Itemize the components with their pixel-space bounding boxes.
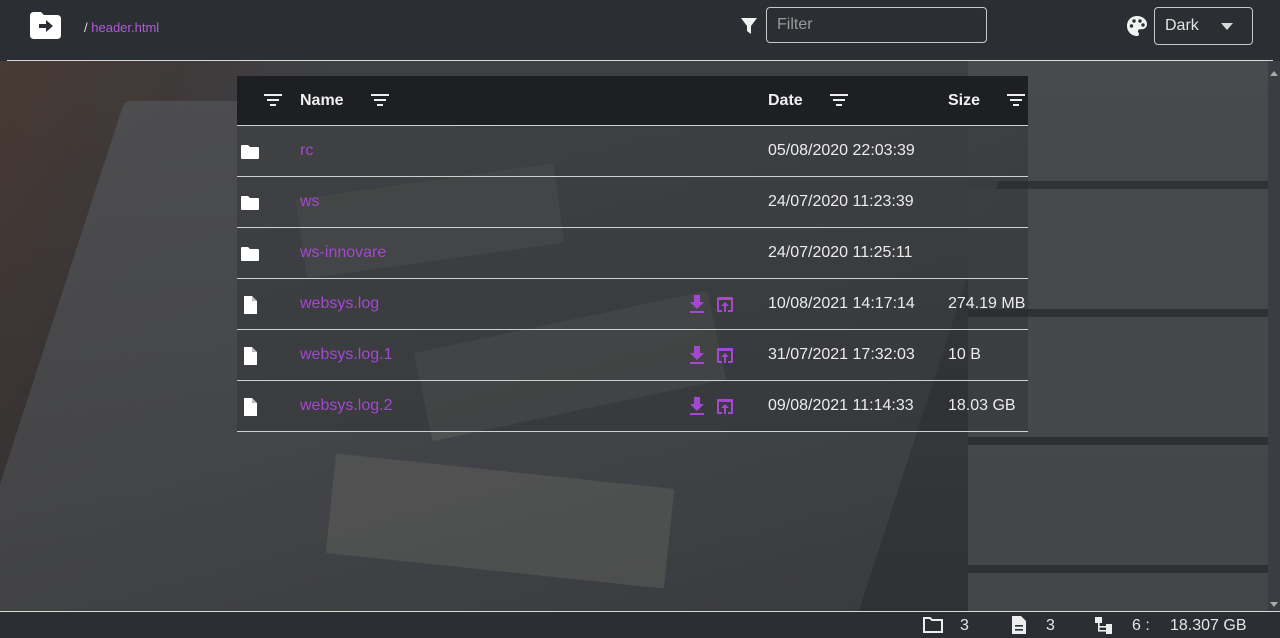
download-icon[interactable] <box>688 294 706 314</box>
file-name-link[interactable]: ws <box>300 193 320 211</box>
total-count: 6 : <box>1132 617 1150 634</box>
sort-type-icon[interactable] <box>264 93 282 107</box>
file-name-link[interactable]: websys.log <box>300 295 379 313</box>
file-icon <box>244 296 257 314</box>
file-date: 24/07/2020 11:23:39 <box>768 193 914 210</box>
tree-structure-icon <box>1095 617 1112 634</box>
file-name-link[interactable]: ws-innovare <box>300 244 386 262</box>
file-text-icon <box>1012 616 1026 634</box>
table-row[interactable]: rc 05/08/2020 22:03:39 <box>237 126 1028 177</box>
total-size: 18.307 GB <box>1170 617 1247 634</box>
breadcrumb-current[interactable]: header.html <box>91 20 159 35</box>
open-in-new-icon[interactable] <box>715 345 735 365</box>
theme-select-value: Dark <box>1165 17 1199 34</box>
filter-input[interactable] <box>766 7 987 43</box>
folder-icon <box>241 196 259 210</box>
file-name-link[interactable]: rc <box>300 142 313 160</box>
top-bar: / header.html Dark <box>0 0 1280 61</box>
file-name-link[interactable]: websys.log.1 <box>300 346 393 364</box>
open-in-new-icon[interactable] <box>715 396 735 416</box>
file-icon <box>244 347 257 365</box>
folder-outline-icon <box>923 617 943 633</box>
footer-divider <box>0 611 1280 612</box>
download-icon[interactable] <box>688 396 706 416</box>
logout-icon[interactable] <box>30 12 61 39</box>
sort-date-icon[interactable] <box>830 93 848 107</box>
download-icon[interactable] <box>688 345 706 365</box>
status-bar: 3 3 6 : 18.307 GB <box>0 611 1280 638</box>
file-icon <box>244 398 257 416</box>
table-row[interactable]: websys.log 10/08/2021 14:17:14 274.19 MB <box>237 279 1028 330</box>
table-row[interactable]: websys.log.2 09/08/2021 11:14:33 18.03 G… <box>237 381 1028 432</box>
column-header-date[interactable]: Date <box>768 92 803 110</box>
folder-icon <box>241 145 259 159</box>
file-date: 10/08/2021 14:17:14 <box>768 295 915 312</box>
theme-select[interactable]: Dark <box>1154 7 1253 45</box>
folder-icon <box>241 247 259 261</box>
sort-size-icon[interactable] <box>1007 93 1025 107</box>
table-row[interactable]: ws-innovare 24/07/2020 11:25:11 <box>237 228 1028 279</box>
file-name-link[interactable]: websys.log.2 <box>300 397 393 415</box>
table-header: Name Date Size <box>237 76 1028 126</box>
header-divider <box>7 60 1273 61</box>
vertical-scrollbar[interactable] <box>1268 61 1280 611</box>
breadcrumb-separator: / <box>84 20 88 35</box>
file-date: 31/07/2021 17:32:03 <box>768 346 915 363</box>
breadcrumb: / header.html <box>84 20 159 35</box>
chevron-down-icon <box>1221 23 1233 30</box>
file-size: 274.19 MB <box>948 295 1026 312</box>
table-row[interactable]: websys.log.1 31/07/2021 17:32:03 10 B <box>237 330 1028 381</box>
filter-icon <box>741 18 757 34</box>
file-date: 09/08/2021 11:14:33 <box>768 397 914 414</box>
file-table: Name Date Size rc 05/08/2020 22:03:39 ws… <box>237 76 1028 432</box>
file-size: 18.03 GB <box>948 397 1016 414</box>
file-date: 24/07/2020 11:25:11 <box>768 244 913 261</box>
file-size: 10 B <box>948 346 981 363</box>
open-in-new-icon[interactable] <box>715 294 735 314</box>
column-header-size[interactable]: Size <box>948 92 980 110</box>
file-count: 3 <box>1046 617 1055 634</box>
folder-count: 3 <box>960 617 969 634</box>
table-row[interactable]: ws 24/07/2020 11:23:39 <box>237 177 1028 228</box>
file-date: 05/08/2020 22:03:39 <box>768 142 915 159</box>
column-header-name[interactable]: Name <box>300 92 344 110</box>
palette-icon <box>1127 16 1147 36</box>
sort-name-icon[interactable] <box>371 93 389 107</box>
